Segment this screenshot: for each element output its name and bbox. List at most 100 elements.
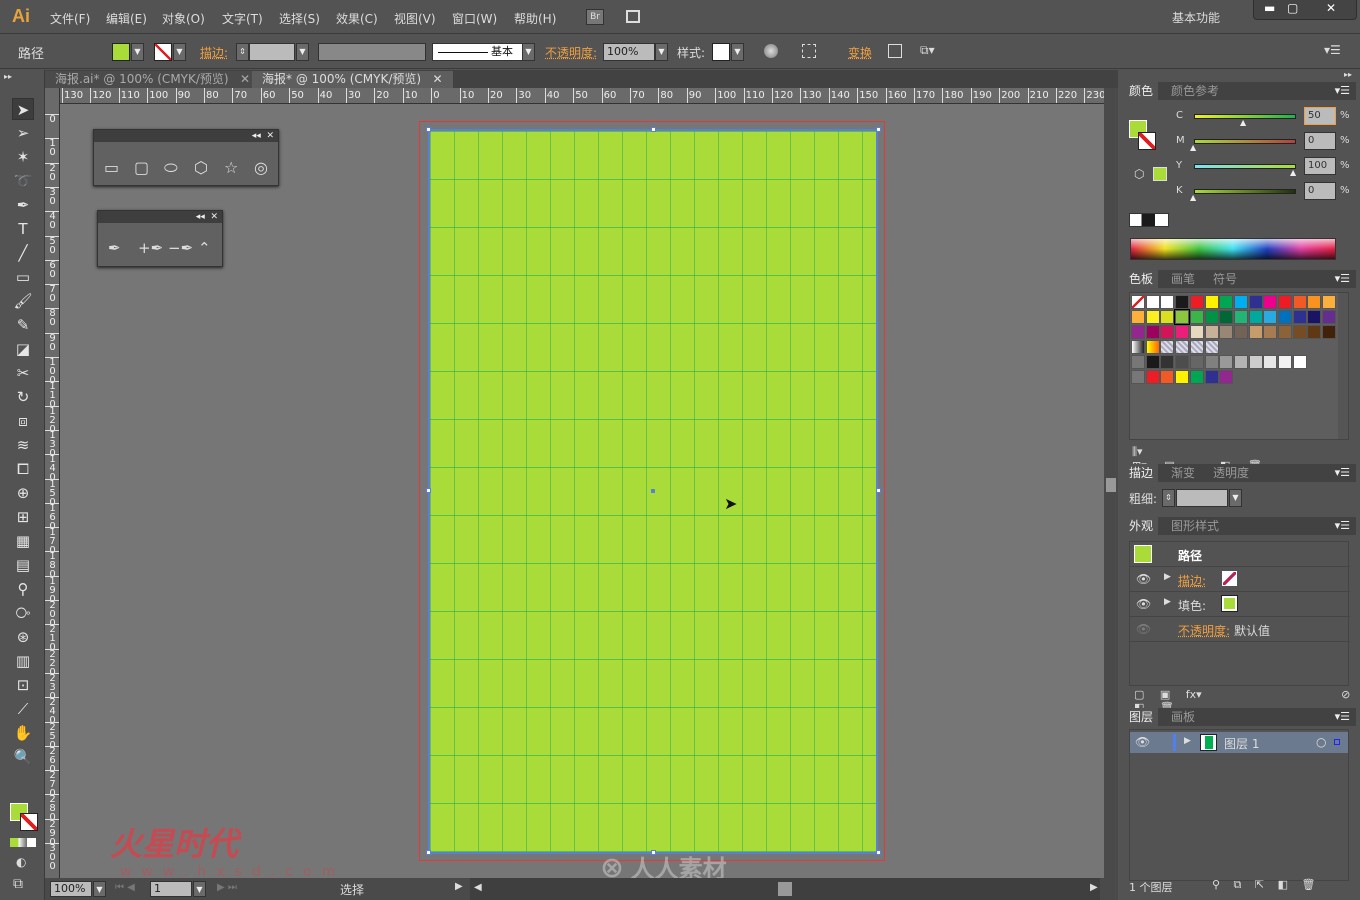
envelope-icon[interactable]: ⧉▾	[920, 43, 935, 58]
color-mode-icons[interactable]	[10, 838, 36, 847]
stroke-weight-dropdown[interactable]: ▼	[296, 43, 309, 61]
swatch[interactable]	[1292, 310, 1307, 324]
swatch[interactable]	[1160, 310, 1175, 324]
swatch[interactable]	[1248, 355, 1263, 369]
pen-tool-icon[interactable]: ✒	[12, 194, 34, 216]
swatch[interactable]	[1189, 295, 1204, 309]
swatch[interactable]	[1263, 325, 1278, 339]
appearance-title-row[interactable]: 路径	[1130, 542, 1350, 567]
close-tab-icon[interactable]: ✕	[240, 72, 250, 86]
swatch[interactable]	[1292, 295, 1307, 309]
bounding-box-handle[interactable]	[876, 850, 881, 855]
swatch[interactable]	[1219, 310, 1234, 324]
star-tool-icon[interactable]: ☆	[224, 158, 238, 177]
swatch[interactable]	[1175, 340, 1190, 354]
perspective-tool-icon[interactable]: ⊞	[12, 506, 34, 528]
document-tab[interactable]: 海报.ai* @ 100% (CMYK/预览) ✕	[45, 71, 261, 88]
web-color-swatch[interactable]	[1153, 167, 1167, 181]
swatch[interactable]	[1160, 355, 1175, 369]
eye-icon[interactable]: 👁	[1135, 735, 1150, 749]
swatch[interactable]	[1131, 355, 1145, 369]
stroke-label[interactable]: 描边:	[200, 44, 228, 61]
fill-dropdown[interactable]: ▼	[131, 43, 144, 61]
vertical-scrollbar[interactable]	[1104, 88, 1118, 878]
panel-tab[interactable]: 图层	[1124, 708, 1159, 726]
swatch[interactable]	[1248, 325, 1263, 339]
swatch[interactable]	[1160, 370, 1175, 384]
swatch[interactable]	[1145, 295, 1160, 309]
swatch[interactable]	[1204, 355, 1219, 369]
stroke-dropdown[interactable]: ▼	[173, 43, 186, 61]
swatch[interactable]	[1219, 295, 1234, 309]
swatch[interactable]	[1131, 295, 1145, 309]
panel-menu-icon[interactable]: ▾☰	[1335, 519, 1350, 532]
rectangle-tool-icon[interactable]: ▭	[12, 266, 34, 288]
swatch[interactable]	[1145, 325, 1160, 339]
first-artboard-button[interactable]: ⏮ ◀	[115, 882, 135, 893]
draw-mode-icon[interactable]: ◐	[16, 855, 26, 869]
layer-name[interactable]: 图层 1	[1224, 735, 1259, 752]
rectangle-tool-icon[interactable]: ▭	[104, 158, 119, 177]
appearance-row-fill[interactable]: 👁 ▶ 填色:	[1130, 592, 1350, 617]
panel-tab[interactable]: 颜色参考	[1166, 82, 1224, 100]
expand-icon[interactable]: ▶	[1164, 572, 1171, 582]
menu-item[interactable]: 帮助(H)	[514, 10, 556, 27]
rounded-rectangle-tool-icon[interactable]: ▢	[134, 158, 149, 177]
panel-menu-icon[interactable]: ▾☰	[1324, 43, 1341, 57]
stroke-weight-input[interactable]	[249, 43, 295, 61]
menu-item[interactable]: 对象(O)	[162, 10, 205, 27]
recolor-artwork-icon[interactable]	[764, 44, 778, 58]
close-tab-icon[interactable]: ✕	[433, 72, 443, 86]
menu-item[interactable]: 窗口(W)	[452, 10, 497, 27]
hand-tool-icon[interactable]: ✋	[12, 722, 34, 744]
swatch[interactable]	[1175, 355, 1190, 369]
magic-wand-tool-icon[interactable]: ✶	[12, 146, 34, 168]
column-graph-tool-icon[interactable]: ▥	[12, 650, 34, 672]
artboard-dropdown[interactable]: ▼	[193, 881, 206, 897]
swatch[interactable]	[1263, 310, 1278, 324]
shape-builder-tool-icon[interactable]: ⊕	[12, 482, 34, 504]
flare-tool-icon[interactable]: ◎	[254, 158, 268, 177]
swatches-scrollbar[interactable]	[1338, 293, 1348, 439]
swatch[interactable]	[1174, 309, 1191, 325]
swatch[interactable]	[1131, 325, 1145, 339]
scroll-thumb[interactable]	[778, 882, 792, 896]
style-dropdown[interactable]: ▼	[731, 43, 744, 61]
collapse-icon[interactable]: ▸▸	[1344, 70, 1352, 79]
warp-tool-icon[interactable]: ≋	[12, 434, 34, 456]
swatch[interactable]	[1189, 355, 1204, 369]
panel-tab[interactable]: 透明度	[1208, 464, 1254, 482]
layer-row[interactable]: 👁 ▶ 图层 1 ○	[1130, 732, 1348, 753]
blob-brush-tool-icon[interactable]: ◪	[12, 338, 34, 360]
swatch[interactable]	[1204, 340, 1219, 354]
target-icon[interactable]: ○	[1316, 735, 1326, 749]
swatch[interactable]	[1263, 355, 1278, 369]
panel-tab[interactable]: 图形样式	[1166, 517, 1224, 535]
next-artboard-button[interactable]: ▶ ⏭	[217, 882, 237, 893]
eye-icon[interactable]: 👁	[1136, 597, 1151, 611]
swatch[interactable]	[1145, 370, 1160, 384]
stroke-color-icon[interactable]	[20, 813, 38, 831]
eye-icon[interactable]: 👁	[1136, 572, 1151, 586]
panel-menu-icon[interactable]: ▾☰	[1335, 710, 1350, 723]
brush-dropdown[interactable]: ▼	[522, 43, 535, 61]
swatch[interactable]	[1219, 370, 1234, 384]
stroke-weight-stepper[interactable]: ⇕	[236, 43, 249, 61]
swatch[interactable]	[1145, 310, 1160, 324]
convert-anchor-tool-icon[interactable]: ⌃	[198, 239, 211, 257]
stroke-label[interactable]: 描边:	[1178, 572, 1206, 589]
swatch[interactable]	[1189, 340, 1204, 354]
line-tool-icon[interactable]: ╱	[12, 242, 34, 264]
panel-menu-icon[interactable]: ▾☰	[1335, 466, 1350, 479]
swatch[interactable]	[1307, 325, 1322, 339]
bounding-box-handle[interactable]	[426, 850, 431, 855]
bounding-box-handle[interactable]	[426, 127, 431, 132]
zoom-input[interactable]: 100%	[50, 881, 92, 897]
swatch[interactable]	[1204, 295, 1219, 309]
swatch[interactable]	[1189, 325, 1204, 339]
status-menu-arrow[interactable]: ▶	[455, 881, 463, 892]
channel-slider[interactable]	[1194, 164, 1296, 169]
panel-menu-icon[interactable]: ▾☰	[1335, 84, 1350, 97]
workspace-switcher[interactable]: 基本功能	[1172, 9, 1220, 26]
ellipse-tool-icon[interactable]: ⬭	[164, 158, 178, 178]
